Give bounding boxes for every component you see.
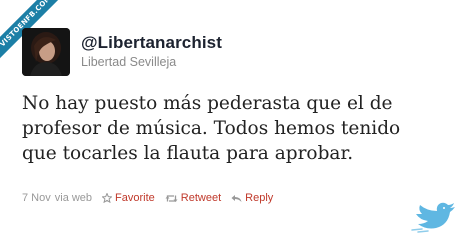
tweet-text-line: que tocarles la flauta para aprobar. (22, 143, 354, 164)
tweet-source: via web (54, 192, 93, 204)
twitter-bird-icon (411, 202, 455, 233)
tweet-text-line: profesor de música. Todos hemos tenido (22, 118, 401, 139)
retweet-label: Retweet (180, 192, 222, 204)
tweet-text: No hay puesto más pederasta que el de pr… (22, 91, 462, 166)
retweet-icon (165, 194, 178, 202)
tweet-text-line: No hay puesto más pederasta que el de (22, 93, 393, 114)
favorite-label: Favorite (115, 192, 155, 204)
reply-icon (231, 194, 242, 202)
reply-button[interactable]: Reply (231, 192, 273, 204)
star-icon (102, 193, 113, 203)
user-display-name: Libertad Sevilleja (81, 55, 177, 69)
retweet-button[interactable]: Retweet (165, 192, 221, 204)
avatar[interactable] (22, 28, 70, 76)
favorite-button[interactable]: Favorite (102, 192, 155, 204)
user-handle[interactable]: @Libertanarchist (81, 33, 222, 53)
reply-label: Reply (245, 192, 274, 204)
avatar-image (22, 28, 70, 76)
tweet-timestamp[interactable]: 7 Nov (22, 192, 51, 204)
tweet-meta-bar: 7 Nov via web Favorite Retweet Reply (22, 192, 273, 204)
